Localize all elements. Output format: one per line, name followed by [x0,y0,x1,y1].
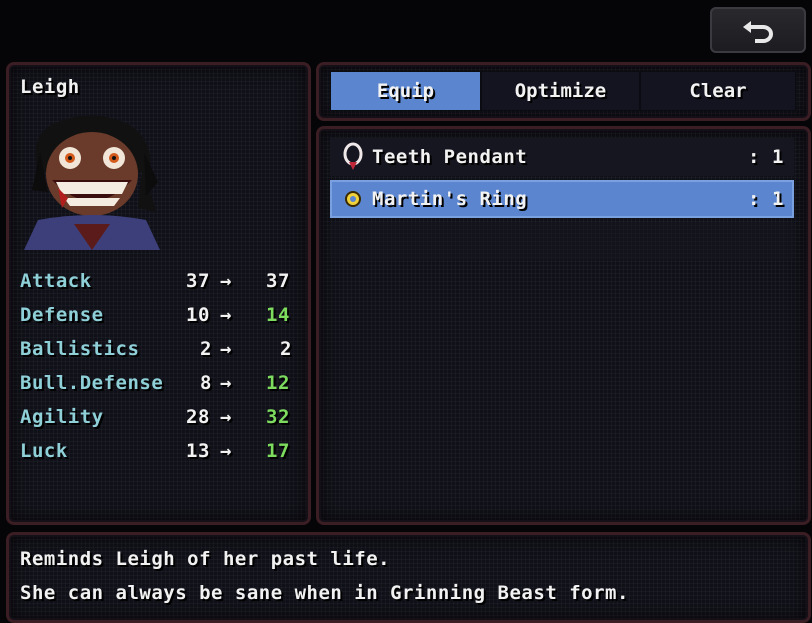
stat-before-attack: 37 [186,270,210,292]
tab-equip[interactable]: Equip [330,71,481,111]
pendant-icon [343,142,363,170]
stat-label-luck: Luck [20,440,68,462]
stat-before-luck: 13 [186,440,210,462]
item-name: Teeth Pendant [372,146,528,168]
list-item-teeth-pendant[interactable]: Teeth Pendant : 1 [330,138,794,176]
list-item-empty [330,222,794,260]
character-name: Leigh [20,76,80,98]
item-separator: : [748,146,760,168]
stat-before-bull-defense: 8 [200,372,212,394]
stat-after-agility: 32 [266,406,290,428]
back-arrow-icon [743,21,773,43]
item-count: 1 [772,188,784,210]
item-count: 1 [772,146,784,168]
description-panel [6,532,811,623]
character-portrait [24,115,160,250]
stat-label-bull-defense: Bull.Defense [20,372,164,394]
stat-arrow-attack: → [220,270,232,292]
ring-icon [345,191,361,207]
equip-screen: Leigh Attack 37 → 37 Defense 10 → 14 Bal… [0,0,812,623]
stat-arrow-agility: → [220,406,232,428]
tab-optimize[interactable]: Optimize [481,71,640,111]
stat-arrow-luck: → [220,440,232,462]
description-line-1: Reminds Leigh of her past life. [20,548,391,570]
stat-after-ballistics: 2 [280,338,292,360]
back-button[interactable] [710,7,806,53]
stat-after-luck: 17 [266,440,290,462]
stat-after-attack: 37 [266,270,290,292]
stat-arrow-defense: → [220,304,232,326]
list-item-martins-ring[interactable]: Martin's Ring : 1 [330,180,794,218]
stat-after-defense: 14 [266,304,290,326]
stat-before-ballistics: 2 [200,338,212,360]
stat-label-agility: Agility [20,406,104,428]
stat-after-bull-defense: 12 [266,372,290,394]
stat-arrow-bull-defense: → [220,372,232,394]
stat-before-defense: 10 [186,304,210,326]
stat-label-ballistics: Ballistics [20,338,140,360]
stat-label-attack: Attack [20,270,92,292]
item-separator: : [748,188,760,210]
stat-before-agility: 28 [186,406,210,428]
tab-clear[interactable]: Clear [640,71,796,111]
stat-arrow-ballistics: → [220,338,232,360]
stat-label-defense: Defense [20,304,104,326]
description-line-2: She can always be sane when in Grinning … [20,582,629,604]
item-name: Martin's Ring [372,188,528,210]
